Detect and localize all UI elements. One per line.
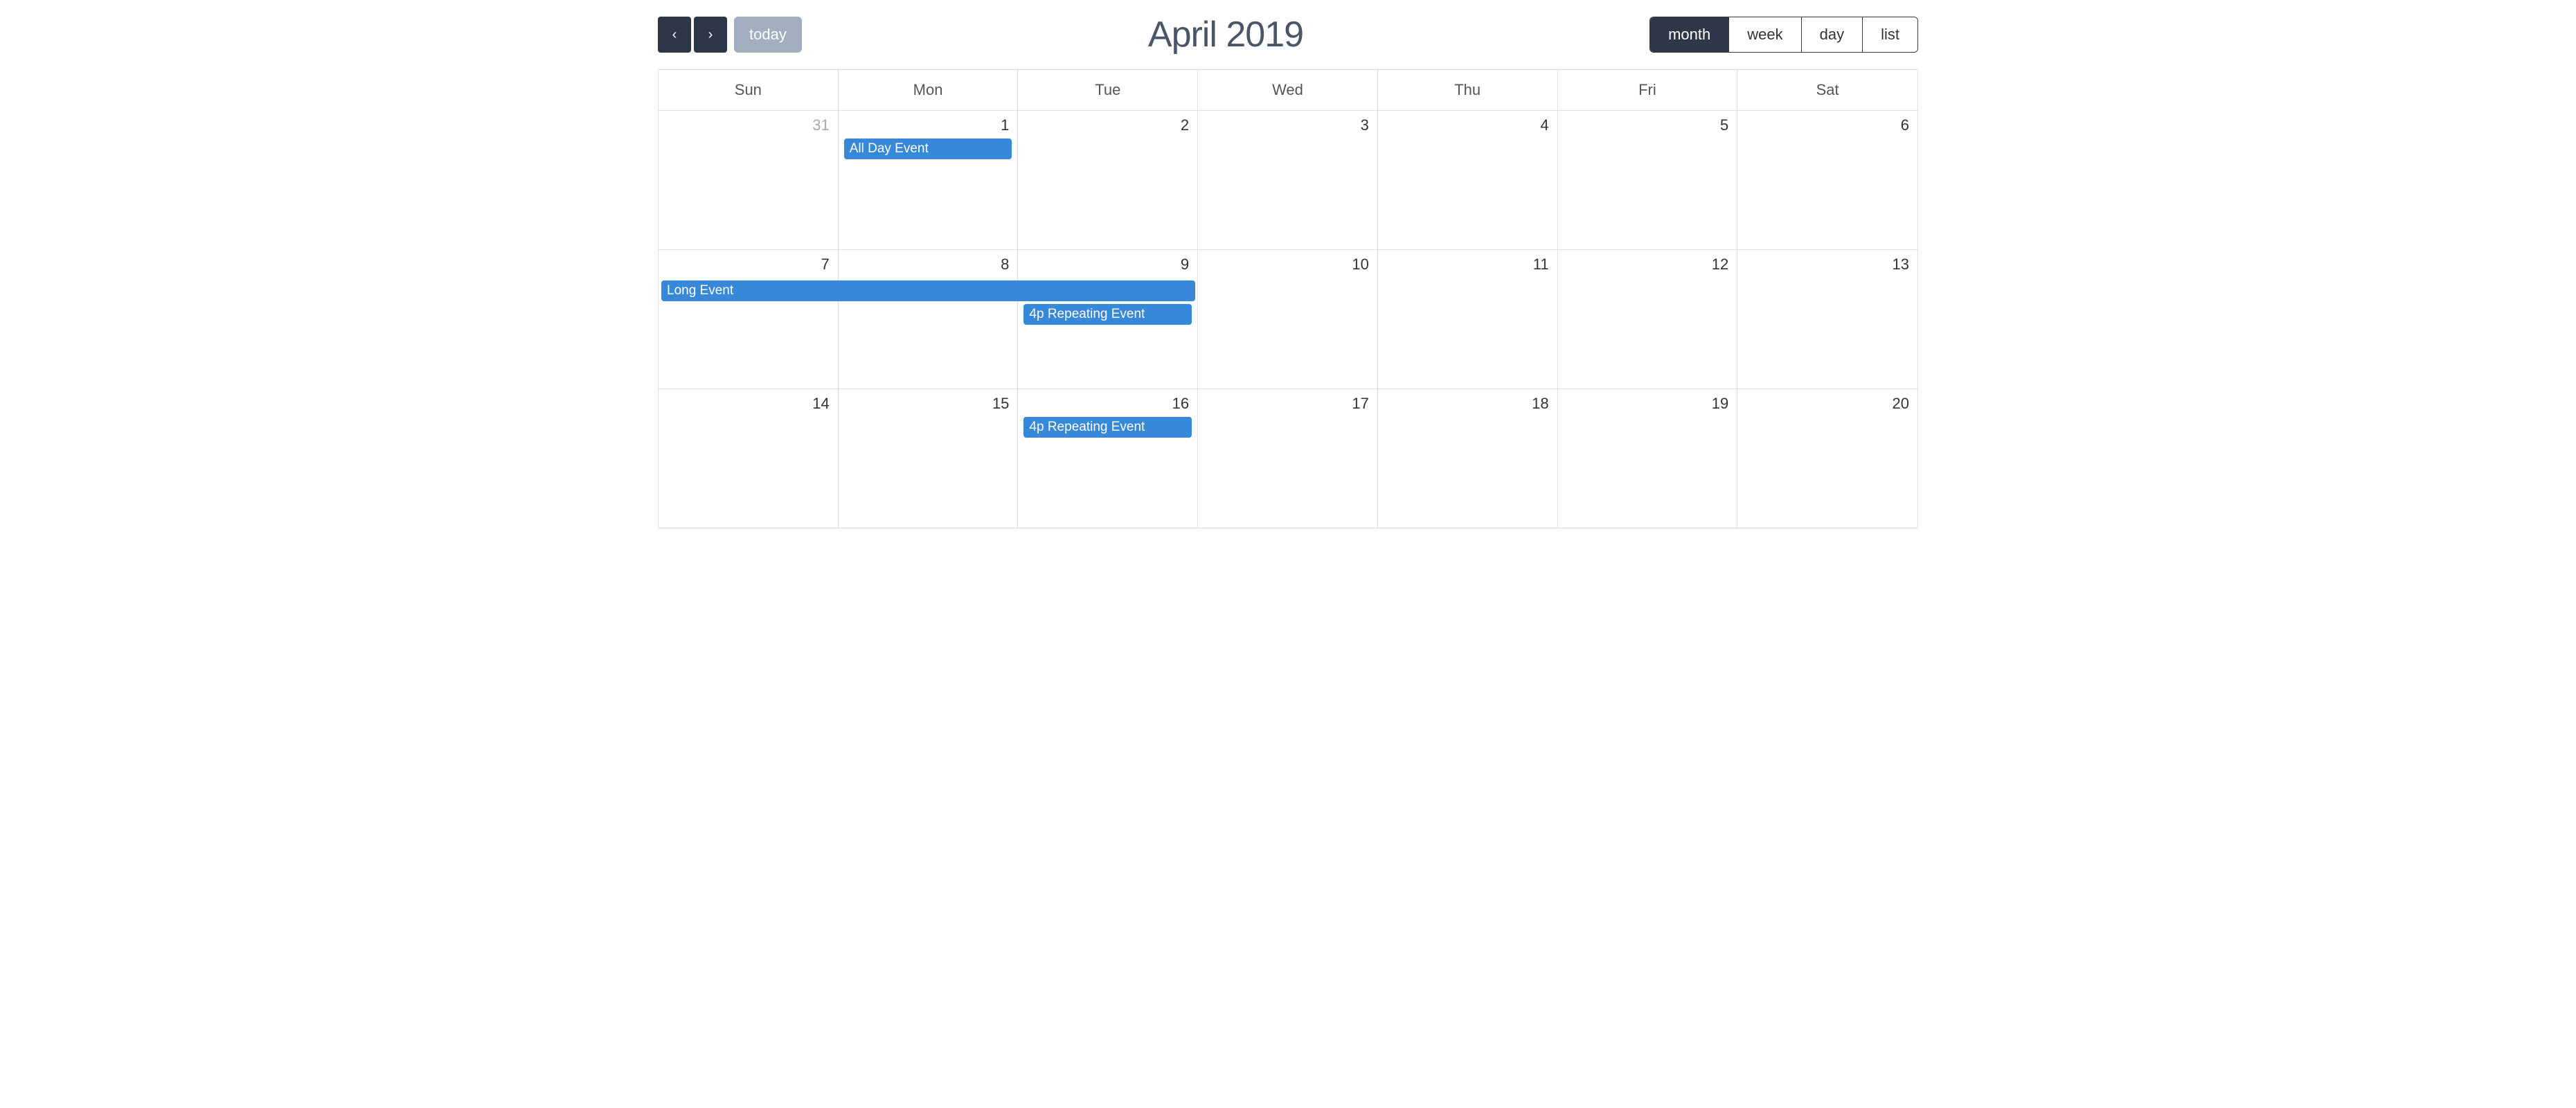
header-fri: Fri <box>1558 70 1738 110</box>
today-button[interactable]: today <box>734 17 802 53</box>
view-list-button[interactable]: list <box>1863 17 1917 52</box>
calendar-header: ‹ › today April 2019 month week day list <box>658 14 1918 55</box>
long-event-container: Long Event <box>659 280 1198 304</box>
view-buttons: month week day list <box>1649 17 1918 53</box>
header-thu: Thu <box>1378 70 1558 110</box>
week-row-3: 14 15 16 4p Repeating Event 17 18 19 20 <box>659 389 1917 528</box>
day-headers-row: Sun Mon Tue Wed Thu Fri Sat <box>659 70 1917 111</box>
view-week-button[interactable]: week <box>1729 17 1801 52</box>
day-number: 1 <box>844 116 1012 134</box>
day-number: 18 <box>1384 395 1552 413</box>
week-row-2: 7 8 9 4p Repeating Event 10 11 <box>659 250 1917 389</box>
day-apr-4: 4 <box>1378 111 1558 249</box>
day-number: 11 <box>1384 256 1552 274</box>
next-button[interactable]: › <box>694 17 727 53</box>
header-mon: Mon <box>839 70 1019 110</box>
day-apr-9: 9 4p Repeating Event <box>1018 250 1198 388</box>
nav-buttons: ‹ › <box>658 17 727 53</box>
header-wed: Wed <box>1198 70 1378 110</box>
day-apr-2: 2 <box>1018 111 1198 249</box>
event-long[interactable]: Long Event <box>661 280 1195 301</box>
week-row-1: 31 1 All Day Event 2 3 4 5 6 <box>659 111 1917 250</box>
view-day-button[interactable]: day <box>1802 17 1863 52</box>
event-4p-repeating-w2: 4p Repeating Event <box>1023 304 1192 325</box>
day-apr-11: 11 <box>1378 250 1558 388</box>
header-left: ‹ › today <box>658 17 802 53</box>
day-number: 31 <box>664 116 832 134</box>
day-number: 15 <box>844 395 1012 413</box>
day-apr-15: 15 <box>839 389 1019 528</box>
week-2-numbers: 7 8 9 4p Repeating Event 10 11 <box>659 250 1917 388</box>
day-number: 3 <box>1204 116 1372 134</box>
day-apr-14: 14 <box>659 389 839 528</box>
day-apr-17: 17 <box>1198 389 1378 528</box>
day-number: 6 <box>1743 116 1912 134</box>
view-month-button[interactable]: month <box>1650 17 1729 52</box>
day-apr-7: 7 <box>659 250 839 388</box>
day-apr-20: 20 <box>1737 389 1917 528</box>
header-sat: Sat <box>1737 70 1917 110</box>
event-4p-w2[interactable]: 4p Repeating Event <box>1023 304 1192 325</box>
day-number: 2 <box>1023 116 1192 134</box>
day-apr-6: 6 <box>1737 111 1917 249</box>
header-tue: Tue <box>1018 70 1198 110</box>
event-all-day[interactable]: All Day Event <box>844 138 1012 159</box>
day-number: 12 <box>1564 256 1732 274</box>
header-sun: Sun <box>659 70 839 110</box>
event-4p-w3[interactable]: 4p Repeating Event <box>1023 417 1192 438</box>
day-apr-13: 13 <box>1737 250 1917 388</box>
day-apr-12: 12 <box>1558 250 1738 388</box>
day-number: 16 <box>1023 395 1192 413</box>
calendar-title: April 2019 <box>1148 14 1303 55</box>
calendar-container: ‹ › today April 2019 month week day list… <box>644 0 1932 528</box>
day-apr-16: 16 4p Repeating Event <box>1018 389 1198 528</box>
day-number: 8 <box>844 256 1012 274</box>
prev-button[interactable]: ‹ <box>658 17 691 53</box>
day-apr-5: 5 <box>1558 111 1738 249</box>
day-apr-19: 19 <box>1558 389 1738 528</box>
day-number: 13 <box>1743 256 1912 274</box>
day-apr-1: 1 All Day Event <box>839 111 1019 249</box>
day-apr-10: 10 <box>1198 250 1378 388</box>
day-apr-18: 18 <box>1378 389 1558 528</box>
day-number: 10 <box>1204 256 1372 274</box>
calendar-grid: Sun Mon Tue Wed Thu Fri Sat 31 1 All Day… <box>658 69 1918 528</box>
day-number: 17 <box>1204 395 1372 413</box>
day-number: 19 <box>1564 395 1732 413</box>
day-number: 20 <box>1743 395 1912 413</box>
day-mar-31: 31 <box>659 111 839 249</box>
day-apr-3: 3 <box>1198 111 1378 249</box>
day-number: 4 <box>1384 116 1552 134</box>
day-number: 5 <box>1564 116 1732 134</box>
day-number: 14 <box>664 395 832 413</box>
day-number: 7 <box>664 256 832 274</box>
day-number: 9 <box>1023 256 1192 274</box>
day-apr-8: 8 <box>839 250 1019 388</box>
